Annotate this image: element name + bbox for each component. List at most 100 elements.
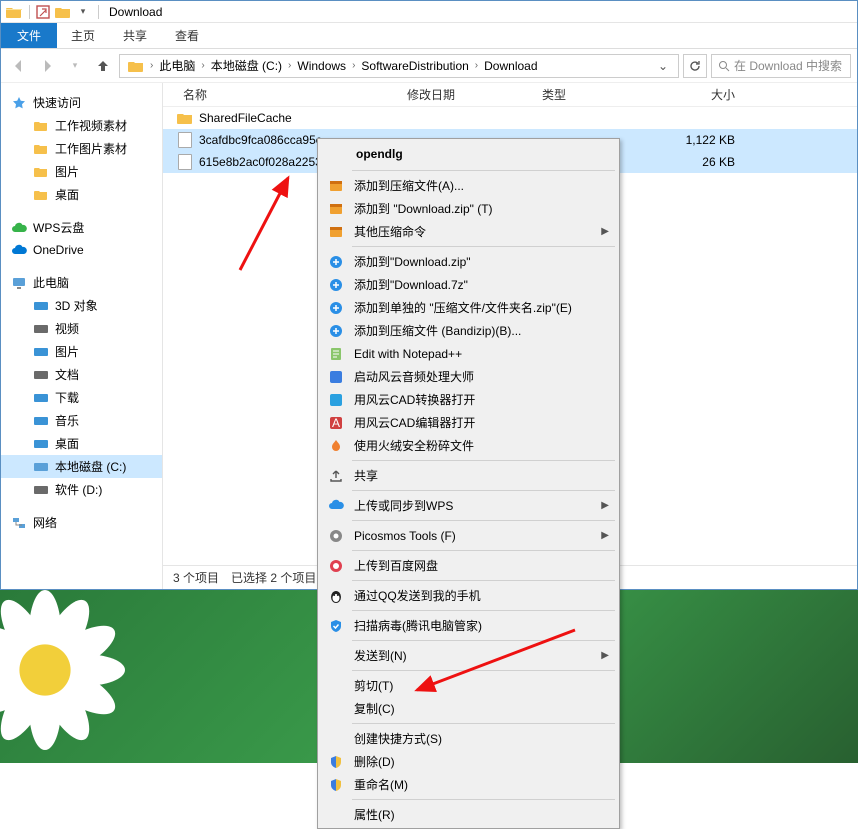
blue-circle-icon — [324, 275, 348, 295]
context-menu-item-label: 属性(R) — [354, 806, 395, 823]
context-menu-item-label: 上传到百度网盘 — [354, 557, 438, 574]
folder-small-icon[interactable] — [54, 3, 72, 21]
drive-icon — [33, 413, 49, 429]
search-input[interactable]: 在 Download 中搜索 — [711, 54, 851, 78]
context-menu-item[interactable]: 添加到"Download.7z" — [320, 273, 617, 296]
sidebar-cloud[interactable]: OneDrive — [1, 239, 162, 261]
context-menu-item[interactable]: 重命名(M) — [320, 773, 617, 796]
file-size: 26 KB — [641, 155, 741, 169]
context-menu-item[interactable]: Edit with Notepad++ — [320, 342, 617, 365]
file-icon — [177, 132, 193, 148]
context-menu-item[interactable]: 使用火绒安全粉碎文件 — [320, 434, 617, 457]
sidebar-item[interactable]: 视频 — [1, 317, 162, 340]
context-menu-item[interactable]: 其他压缩命令▶ — [320, 220, 617, 243]
network[interactable]: 网络 — [1, 511, 162, 534]
sidebar-item-label: OneDrive — [33, 243, 84, 257]
folder-icon — [33, 164, 49, 180]
crumb-pc[interactable]: 此电脑 — [155, 57, 199, 74]
context-menu-item-label: 添加到 "Download.zip" (T) — [354, 200, 493, 217]
tab-share[interactable]: 共享 — [109, 23, 161, 48]
chevron-right-icon[interactable]: › — [473, 60, 480, 71]
context-menu-item[interactable]: 共享 — [320, 464, 617, 487]
sidebar-item[interactable]: 文档 — [1, 363, 162, 386]
folder-icon — [33, 141, 49, 157]
sidebar-item[interactable]: 下载 — [1, 386, 162, 409]
file-tab[interactable]: 文件 — [1, 23, 57, 48]
context-menu-item[interactable]: 删除(D) — [320, 750, 617, 773]
app-red-icon: A — [324, 413, 348, 433]
qat-dropdown-icon[interactable]: ▾ — [74, 3, 92, 21]
share-icon — [324, 466, 348, 486]
folder-icon — [33, 187, 49, 203]
crumb-windows[interactable]: Windows — [293, 59, 350, 73]
context-menu-item[interactable]: 启动风云音频处理大师 — [320, 365, 617, 388]
context-menu-item[interactable]: 用风云CAD转换器打开 — [320, 388, 617, 411]
tab-home[interactable]: 主页 — [57, 23, 109, 48]
breadcrumb-dropdown[interactable]: ⌄ — [652, 59, 674, 73]
sidebar-item-label: 桌面 — [55, 186, 79, 203]
menu-separator — [352, 246, 615, 247]
chevron-right-icon[interactable]: › — [286, 60, 293, 71]
col-size[interactable]: 大小 — [641, 86, 741, 103]
context-menu-item[interactable]: 属性(R) — [320, 803, 617, 826]
chevron-right-icon[interactable]: › — [199, 60, 206, 71]
context-menu-item[interactable]: 剪切(T) — [320, 674, 617, 697]
this-pc[interactable]: 此电脑 — [1, 271, 162, 294]
context-menu-item-label: 扫描病毒(腾讯电脑管家) — [354, 617, 482, 634]
tab-view[interactable]: 查看 — [161, 23, 213, 48]
sidebar-item[interactable]: 3D 对象 — [1, 294, 162, 317]
context-menu-item[interactable]: 添加到单独的 "压缩文件/文件夹名.zip"(E) — [320, 296, 617, 319]
back-button[interactable] — [7, 54, 31, 78]
sidebar-cloud[interactable]: WPS云盘 — [1, 216, 162, 239]
context-menu-item[interactable]: A用风云CAD编辑器打开 — [320, 411, 617, 434]
menu-separator — [352, 460, 615, 461]
sidebar-item[interactable]: 音乐 — [1, 409, 162, 432]
wallpaper-flower — [0, 590, 125, 750]
context-menu-item-label: 添加到"Download.7z" — [354, 276, 468, 293]
recent-dropdown[interactable]: ▾ — [63, 54, 87, 78]
context-menu-item[interactable]: 添加到"Download.zip" — [320, 250, 617, 273]
sidebar-item[interactable]: 图片 — [1, 340, 162, 363]
chevron-right-icon[interactable]: › — [148, 60, 155, 71]
app-blue2-icon — [324, 390, 348, 410]
context-menu-item[interactable]: 添加到压缩文件(A)... — [320, 174, 617, 197]
sidebar-item[interactable]: 桌面 — [1, 183, 162, 206]
context-menu-item[interactable]: 发送到(N)▶ — [320, 644, 617, 667]
chevron-right-icon[interactable]: › — [350, 60, 357, 71]
refresh-button[interactable] — [683, 54, 707, 78]
file-icon — [178, 132, 192, 148]
context-menu-item[interactable]: 扫描病毒(腾讯电脑管家) — [320, 614, 617, 637]
sidebar-item[interactable]: 工作视频素材 — [1, 114, 162, 137]
context-menu-item[interactable]: 复制(C) — [320, 697, 617, 720]
col-date[interactable]: 修改日期 — [401, 86, 536, 103]
search-placeholder: 在 Download 中搜索 — [734, 57, 842, 74]
context-menu-item-label: 共享 — [354, 467, 378, 484]
col-name[interactable]: 名称 — [177, 86, 401, 103]
context-menu-item[interactable]: 上传到百度网盘 — [320, 554, 617, 577]
sidebar-item[interactable]: 图片 — [1, 160, 162, 183]
crumb-sd[interactable]: SoftwareDistribution — [357, 59, 472, 73]
sidebar-item[interactable]: 软件 (D:) — [1, 478, 162, 501]
crumb-c[interactable]: 本地磁盘 (C:) — [207, 57, 286, 74]
quick-access[interactable]: 快速访问 — [1, 91, 162, 114]
context-menu-item[interactable]: 通过QQ发送到我的手机 — [320, 584, 617, 607]
up-button[interactable] — [91, 54, 115, 78]
col-type[interactable]: 类型 — [536, 86, 641, 103]
forward-button[interactable] — [35, 54, 59, 78]
status-count: 3 个项目 — [173, 569, 219, 586]
context-menu-item[interactable]: Picosmos Tools (F)▶ — [320, 524, 617, 547]
blue-circle-icon — [324, 252, 348, 272]
sidebar-item[interactable]: 桌面 — [1, 432, 162, 455]
context-menu-item[interactable]: 上传或同步到WPS▶ — [320, 494, 617, 517]
file-row[interactable]: SharedFileCache — [163, 107, 857, 129]
crumb-download[interactable]: Download — [480, 59, 541, 73]
window-title: Download — [109, 5, 162, 19]
sidebar-item[interactable]: 本地磁盘 (C:) — [1, 455, 162, 478]
context-menu-item[interactable]: 创建快捷方式(S) — [320, 727, 617, 750]
qat-properties-icon[interactable] — [34, 3, 52, 21]
context-menu-item[interactable]: 添加到压缩文件 (Bandizip)(B)... — [320, 319, 617, 342]
context-menu-item[interactable]: 添加到 "Download.zip" (T) — [320, 197, 617, 220]
sidebar-item[interactable]: 工作图片素材 — [1, 137, 162, 160]
context-menu-item-label: 添加到"Download.zip" — [354, 253, 471, 270]
breadcrumb[interactable]: › 此电脑 › 本地磁盘 (C:) › Windows › SoftwareDi… — [119, 54, 679, 78]
